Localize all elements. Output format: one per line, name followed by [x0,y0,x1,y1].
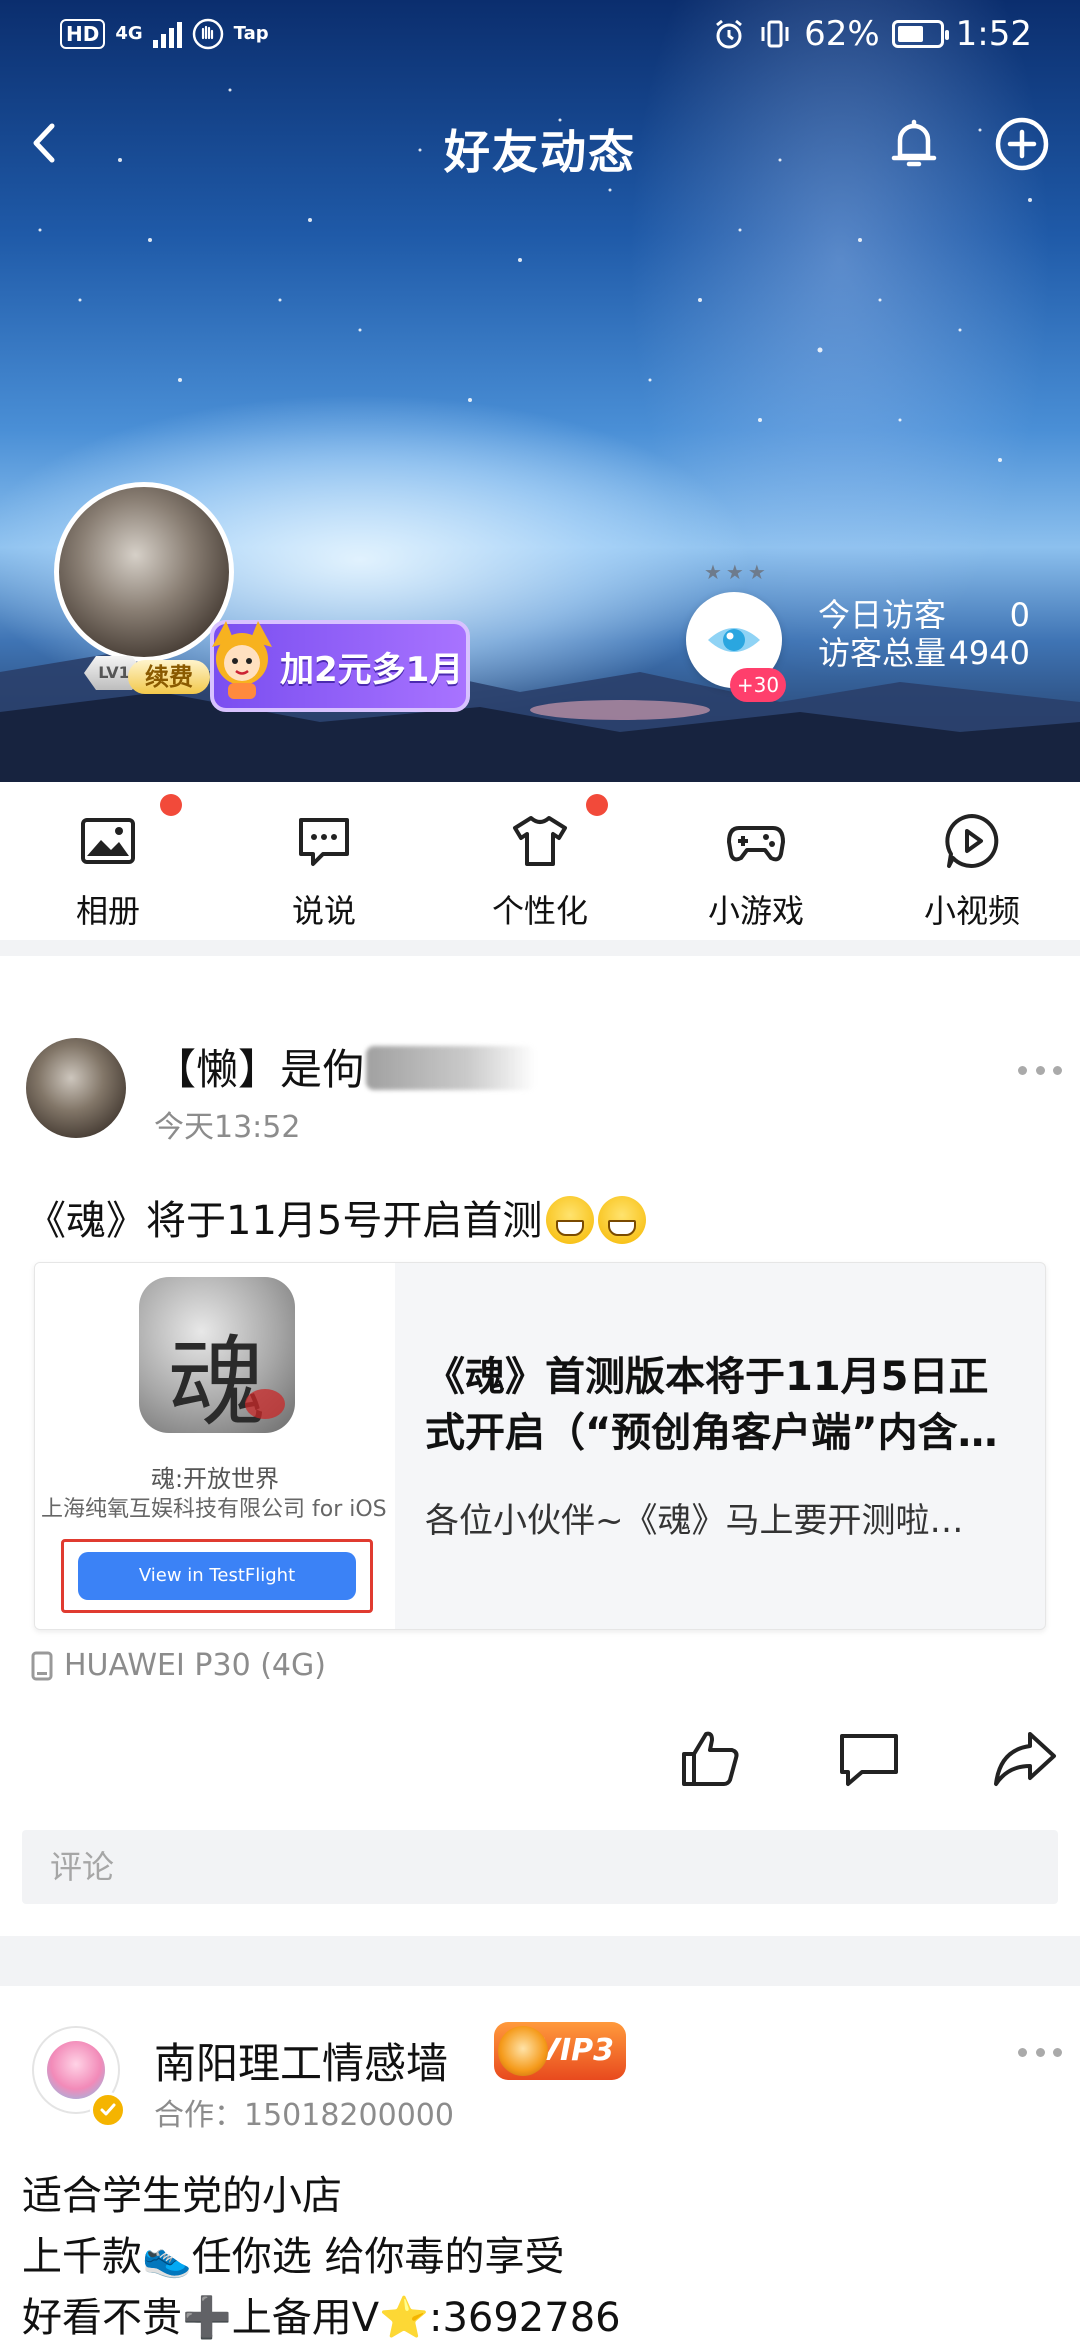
vip-promo-banner[interactable]: 加2元多1月 [210,620,470,712]
grin-emoji-icon [598,1196,647,1244]
grin-emoji-icon [546,1196,595,1244]
promo-label: 加2元多1月 [280,649,464,690]
card-title: 《魂》首测版本将于11月5日正式开启（“预创角客户端”内含… [425,1354,998,1456]
feed-post: 【懒】是佝 今天13:52 《魂》将于11月5号开启首测 魂 魂:开放世界 上海… [0,956,1080,1936]
new-badge-dot [160,794,182,816]
top-navigation: 好友动态 [0,100,1080,186]
post-text-content: 《魂》将于11月5号开启首测 [26,1198,543,1244]
menu-item-posts[interactable]: 说说 [216,782,432,940]
post-time: 今天13:52 [154,1110,301,1145]
eye-icon [708,628,760,652]
visitor-stars: ★★★ [704,560,770,584]
author-name[interactable]: 【懒】是佝 [154,1036,537,1097]
device-name: HUAWEI P30 (4G) [64,1648,326,1683]
visitor-stats[interactable]: 今日访客 0 访客总量 4940 [818,596,1030,672]
redacted-name [366,1046,537,1090]
hd-indicator: HD [60,19,106,49]
author-avatar[interactable] [26,1038,126,1138]
menu-label: 小视频 [923,892,1020,930]
menu-item-album[interactable]: 相册 [0,782,216,940]
menu-label: 个性化 [491,892,588,930]
tshirt-icon [513,816,567,866]
mascot-icon [212,621,272,699]
post-line: 好看不贵➕上备用V⭐:3692786 [22,2295,621,2340]
app-tag: Tap [233,23,269,44]
author-name-text: 【懒】是佝 [154,1045,365,1094]
menu-label: 小游戏 [707,892,804,930]
menu-label: 说说 [291,892,356,930]
vibrate-icon [761,20,789,48]
menu-item-personalize[interactable]: 个性化 [432,782,648,940]
total-visitors-value: 4940 [948,634,1030,672]
post-line: 上千款👟任你选 给你毒的享受 [22,2234,565,2280]
author-subtitle: 合作：15018200000 [154,2098,454,2133]
profile-cover: HD 4G Tap 62% 1:52 好友动态 LV1 续费 加2元多1月 ★★… [0,0,1080,782]
play-circle-icon [945,814,999,868]
comment-input[interactable]: 评论 [22,1830,1058,1904]
share-icon[interactable] [992,1726,1058,1792]
battery-percent: 62% [804,14,880,54]
vip-level: VIP3 [536,2033,614,2068]
verified-badge-icon [90,2092,126,2128]
plus-circle-icon[interactable] [990,112,1054,176]
today-visitors-label: 今日访客 [818,596,947,634]
shared-link-card[interactable]: 魂 魂:开放世界 上海纯氧互娱科技有限公司 for iOS View in Te… [34,1262,1046,1630]
tiger-icon [498,2026,548,2076]
bell-icon[interactable] [882,112,946,176]
card-thumbnail: 魂 魂:开放世界 上海纯氧互娱科技有限公司 for iOS View in Te… [35,1263,395,1629]
phone-icon [31,1651,53,1680]
new-badge-dot [586,794,608,816]
hand-icon [192,18,223,50]
post-text: 《魂》将于11月5号开启首测 [26,1188,647,1246]
testflight-button: View in TestFlight [78,1552,356,1600]
card-description: 各位小伙伴~《魂》马上要开测啦… [425,1501,964,1541]
section-divider [0,1936,1080,1986]
post-line: 适合学生党的小店 [22,2173,342,2219]
photo-album-icon [81,818,135,864]
feed-post: 南阳理工情感墙 VIP3 合作：15018200000 适合学生党的小店 上千款… [0,1986,1080,2340]
quick-menu: 相册 说说 个性化 小游戏 小视频 [0,782,1080,940]
more-options-icon[interactable] [1018,1066,1062,1078]
visitor-bonus-badge: +30 [730,668,786,702]
comment-icon[interactable] [836,1726,902,1792]
status-bar: HD 4G Tap 62% 1:52 [0,0,1080,74]
battery-icon [891,20,949,48]
clock: 1:52 [955,14,1032,54]
alarm-icon [716,19,742,49]
highlight-frame: View in TestFlight [61,1539,373,1613]
chat-bubble-icon [299,818,349,866]
today-visitors-value: 0 [1009,596,1030,634]
app-developer: 上海纯氧互娱科技有限公司 for iOS [41,1497,387,1522]
menu-item-videos[interactable]: 小视频 [864,782,1080,940]
total-visitors-label: 访客总量 [818,634,947,672]
gamepad-icon [727,826,785,862]
more-options-icon[interactable] [1018,2048,1062,2060]
network-type: 4G [115,23,143,44]
signal-icon [152,20,182,48]
thumbs-up-icon[interactable] [678,1726,744,1792]
device-info: HUAWEI P30 (4G) [30,1648,326,1683]
author-name[interactable]: 南阳理工情感墙 [154,2030,448,2091]
renew-badge[interactable]: 续费 [128,660,210,694]
section-divider [0,940,1080,956]
vip-badge: VIP3 [494,2022,626,2080]
menu-label: 相册 [75,892,140,930]
menu-item-games[interactable]: 小游戏 [648,782,864,940]
post-text: 适合学生党的小店 上千款👟任你选 给你毒的享受 好看不贵➕上备用V⭐:36927… [22,2166,621,2340]
app-icon: 魂 [139,1277,295,1433]
app-name: 魂:开放世界 [150,1465,280,1493]
